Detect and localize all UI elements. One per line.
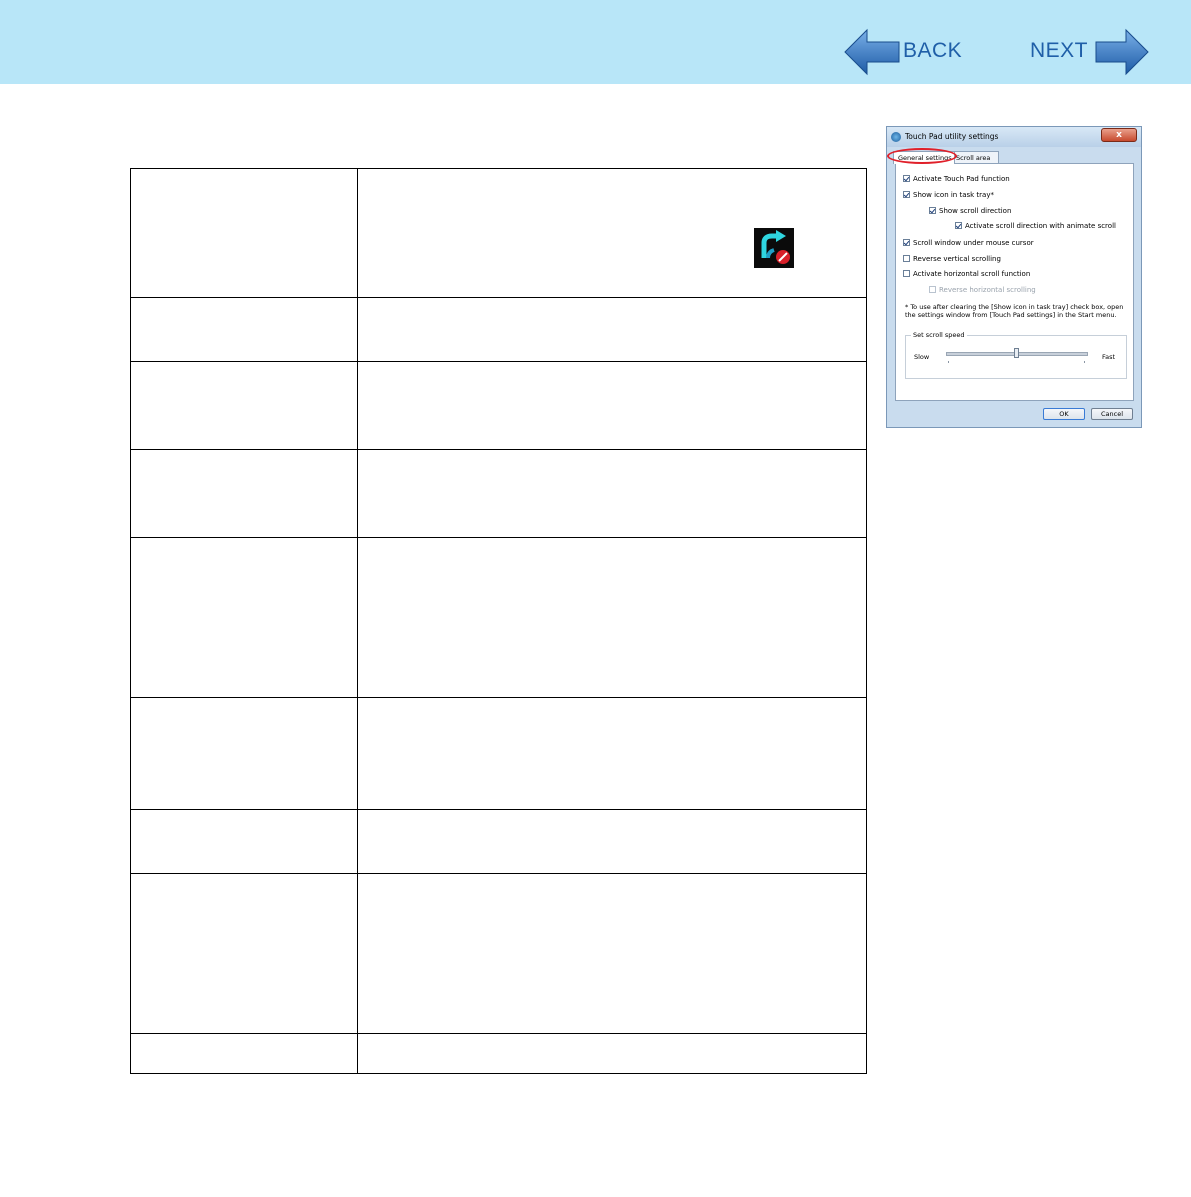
checkbox-horizontal-scroll[interactable]: Activate horizontal scroll function: [903, 270, 1030, 279]
checkbox-label: Activate Touch Pad function: [913, 175, 1010, 183]
dialog-title: Touch Pad utility settings: [905, 132, 999, 141]
table-cell-text: [356, 449, 868, 538]
table-cell-label: [130, 449, 358, 538]
checkbox-reverse-vertical[interactable]: Reverse vertical scrolling: [903, 255, 1001, 264]
table-row: [130, 809, 868, 874]
table-cell-text: [356, 168, 868, 298]
next-label: NEXT: [1030, 39, 1089, 62]
table-row: [130, 449, 868, 538]
checkbox-label: Show icon in task tray*: [913, 191, 994, 199]
touch-pad-settings-dialog: Touch Pad utility settings x General set…: [886, 126, 1142, 428]
table-row: [130, 873, 868, 1034]
checkbox-disabled-icon: [929, 286, 936, 293]
slider-tick: [1084, 361, 1085, 363]
table-cell-label: [130, 297, 358, 362]
table-cell-text: [356, 697, 868, 810]
back-arrow-icon: [844, 28, 900, 76]
touch-pad-app-icon: [891, 132, 901, 142]
table-row: [130, 361, 868, 450]
slow-label: Slow: [914, 353, 930, 361]
back-button[interactable]: BACK: [843, 28, 973, 76]
page-header: BACK NEXT: [0, 0, 1191, 84]
checkbox-show-scroll-direction[interactable]: Show scroll direction: [929, 207, 1011, 216]
checkbox-label: Show scroll direction: [939, 207, 1012, 215]
table-cell-label: [130, 873, 358, 1034]
table-cell-label: [130, 168, 358, 298]
next-button[interactable]: NEXT: [1028, 28, 1150, 76]
dialog-titlebar: Touch Pad utility settings x: [887, 127, 1141, 147]
checkbox-unchecked-icon[interactable]: [903, 255, 910, 262]
cancel-button[interactable]: Cancel: [1091, 408, 1133, 420]
slider-tick: [948, 361, 949, 363]
table-cell-label: [130, 537, 358, 698]
tab-highlight-circle: [887, 148, 957, 164]
checkbox-reverse-horizontal: Reverse horizontal scrolling: [929, 286, 1036, 295]
table-row: [130, 168, 868, 298]
checkbox-unchecked-icon[interactable]: [903, 270, 910, 277]
checkbox-label: Reverse horizontal scrolling: [939, 286, 1036, 294]
table-row: [130, 297, 868, 362]
checkbox-label: Scroll window under mouse cursor: [913, 239, 1034, 247]
scroll-speed-title: Set scroll speed: [911, 331, 967, 339]
table-cell-label: [130, 1033, 358, 1074]
close-button[interactable]: x: [1101, 128, 1137, 142]
checkbox-checked-icon[interactable]: [903, 239, 910, 246]
checkbox-scroll-under-cursor[interactable]: Scroll window under mouse cursor: [903, 239, 1034, 248]
table-cell-text: [356, 297, 868, 362]
checkbox-label: Reverse vertical scrolling: [913, 255, 1001, 263]
table-cell-text: [356, 873, 868, 1034]
table-cell-text: [356, 361, 868, 450]
next-arrow-icon: [1095, 28, 1149, 76]
table-cell-text: [356, 1033, 868, 1074]
checkbox-animate-scroll[interactable]: Activate scroll direction with animate s…: [955, 222, 1116, 231]
table-row: [130, 1033, 868, 1074]
back-label: BACK: [903, 39, 963, 62]
scroll-speed-group: Set scroll speed Slow Fast: [905, 331, 1127, 379]
table-cell-text: [356, 809, 868, 874]
checkbox-checked-icon[interactable]: [903, 175, 910, 182]
settings-note: * To use after clearing the [Show icon i…: [905, 303, 1124, 319]
scroll-speed-slider[interactable]: [946, 348, 1088, 358]
checkbox-checked-icon[interactable]: [903, 191, 910, 198]
table-cell-text: [356, 537, 868, 698]
checkbox-show-icon-in-task-tray[interactable]: Show icon in task tray*: [903, 191, 994, 200]
checkbox-checked-icon[interactable]: [955, 222, 962, 229]
slider-thumb[interactable]: [1014, 348, 1019, 358]
general-settings-panel: Activate Touch Pad function Show icon in…: [895, 163, 1134, 401]
fast-label: Fast: [1102, 353, 1116, 361]
checkbox-label: Activate scroll direction with animate s…: [965, 222, 1116, 230]
touch-pad-tray-icon: [753, 228, 794, 268]
checkbox-checked-icon[interactable]: [929, 207, 936, 214]
settings-table: [130, 168, 868, 1074]
table-cell-label: [130, 361, 358, 450]
table-row: [130, 697, 868, 810]
tray-arrow-icon: [761, 230, 790, 264]
table-cell-label: [130, 697, 358, 810]
checkbox-label: Activate horizontal scroll function: [913, 270, 1031, 278]
ok-button[interactable]: OK: [1043, 408, 1085, 420]
table-cell-label: [130, 809, 358, 874]
close-icon: x: [1116, 130, 1122, 140]
checkbox-activate-touch-pad[interactable]: Activate Touch Pad function: [903, 175, 1010, 184]
table-row: [130, 537, 868, 698]
